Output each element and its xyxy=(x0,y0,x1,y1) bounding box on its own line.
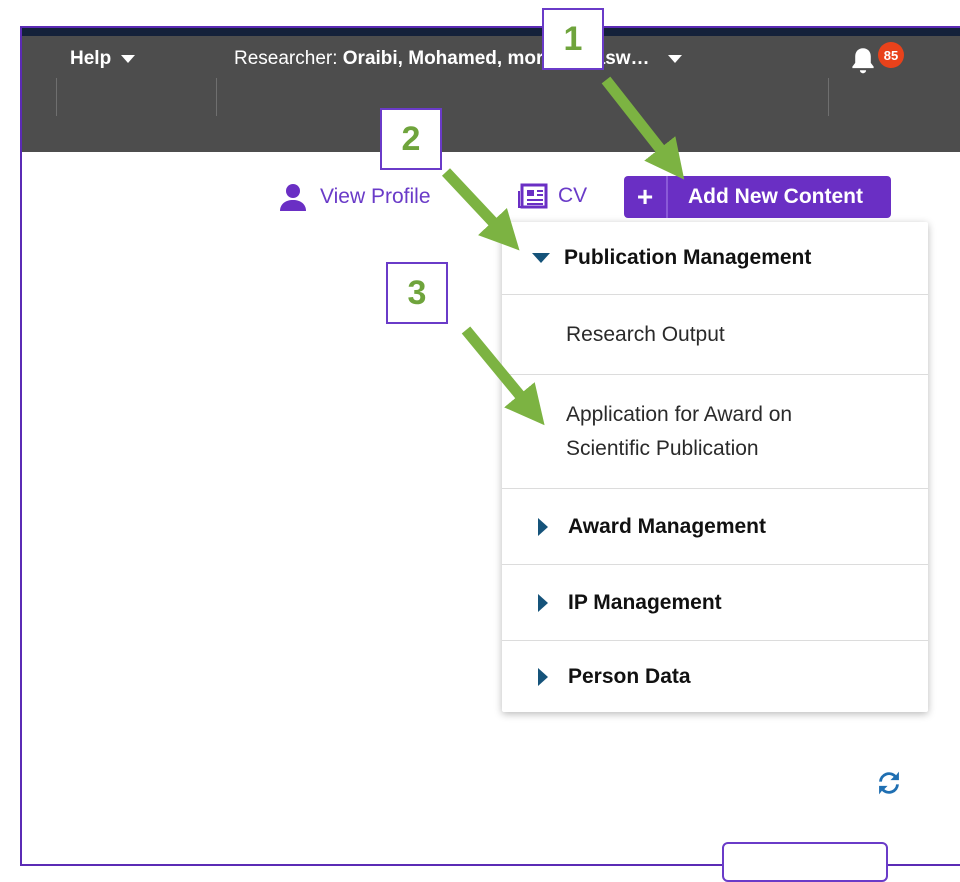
separator xyxy=(216,78,217,116)
triangle-right-icon xyxy=(538,667,548,686)
refresh-icon[interactable] xyxy=(872,766,906,800)
section-label: Person Data xyxy=(568,664,691,688)
researcher-caret-icon xyxy=(667,55,682,63)
menu-item-research-output[interactable]: Research Output xyxy=(502,294,928,374)
cv-label: CV xyxy=(558,184,588,207)
menu-item-label: Application for Award on Scientific Publ… xyxy=(566,402,793,460)
person-icon xyxy=(280,184,306,211)
section-label: Publication Management xyxy=(564,246,812,269)
callout-3: 3 xyxy=(386,262,448,324)
add-new-content-label: Add New Content xyxy=(688,185,863,208)
triangle-right-icon xyxy=(538,517,548,536)
help-caret-icon xyxy=(121,55,136,63)
section-publication-management[interactable]: Publication Management xyxy=(502,222,928,294)
triangle-right-icon xyxy=(538,593,548,612)
bell-icon[interactable] xyxy=(846,44,880,78)
cv-icon xyxy=(518,183,548,209)
cv-link[interactable]: CV xyxy=(518,183,587,209)
bottom-button[interactable] xyxy=(722,842,888,882)
section-person-data[interactable]: Person Data xyxy=(502,640,928,712)
plus-icon: + xyxy=(624,176,668,218)
callout-1: 1 xyxy=(542,8,604,70)
menu-item-application-for-award[interactable]: Application for Award on Scientific Publ… xyxy=(502,374,928,488)
researcher-menu[interactable]: Researcher: Oraibi, Mohamed, moraibi@asw… xyxy=(234,48,682,70)
section-ip-management[interactable]: IP Management xyxy=(502,564,928,640)
view-profile-link[interactable]: View Profile xyxy=(278,183,431,211)
callout-2: 2 xyxy=(380,108,442,170)
section-label: Award Management xyxy=(568,514,766,538)
top-strip xyxy=(22,28,960,36)
add-content-dropdown: Publication Management Research Output A… xyxy=(502,222,928,712)
researcher-prefix: Researcher: xyxy=(234,48,338,69)
help-menu[interactable]: Help xyxy=(70,48,136,70)
section-label: IP Management xyxy=(568,590,722,614)
notification-badge: 85 xyxy=(878,42,904,68)
separator xyxy=(828,78,829,116)
view-profile-label: View Profile xyxy=(320,185,431,208)
section-award-management[interactable]: Award Management xyxy=(502,488,928,564)
separator xyxy=(56,78,57,116)
triangle-down-icon xyxy=(532,253,550,263)
add-new-content-button[interactable]: + Add New Content xyxy=(624,176,891,218)
menu-item-label: Research Output xyxy=(566,322,725,346)
help-label: Help xyxy=(70,48,112,69)
